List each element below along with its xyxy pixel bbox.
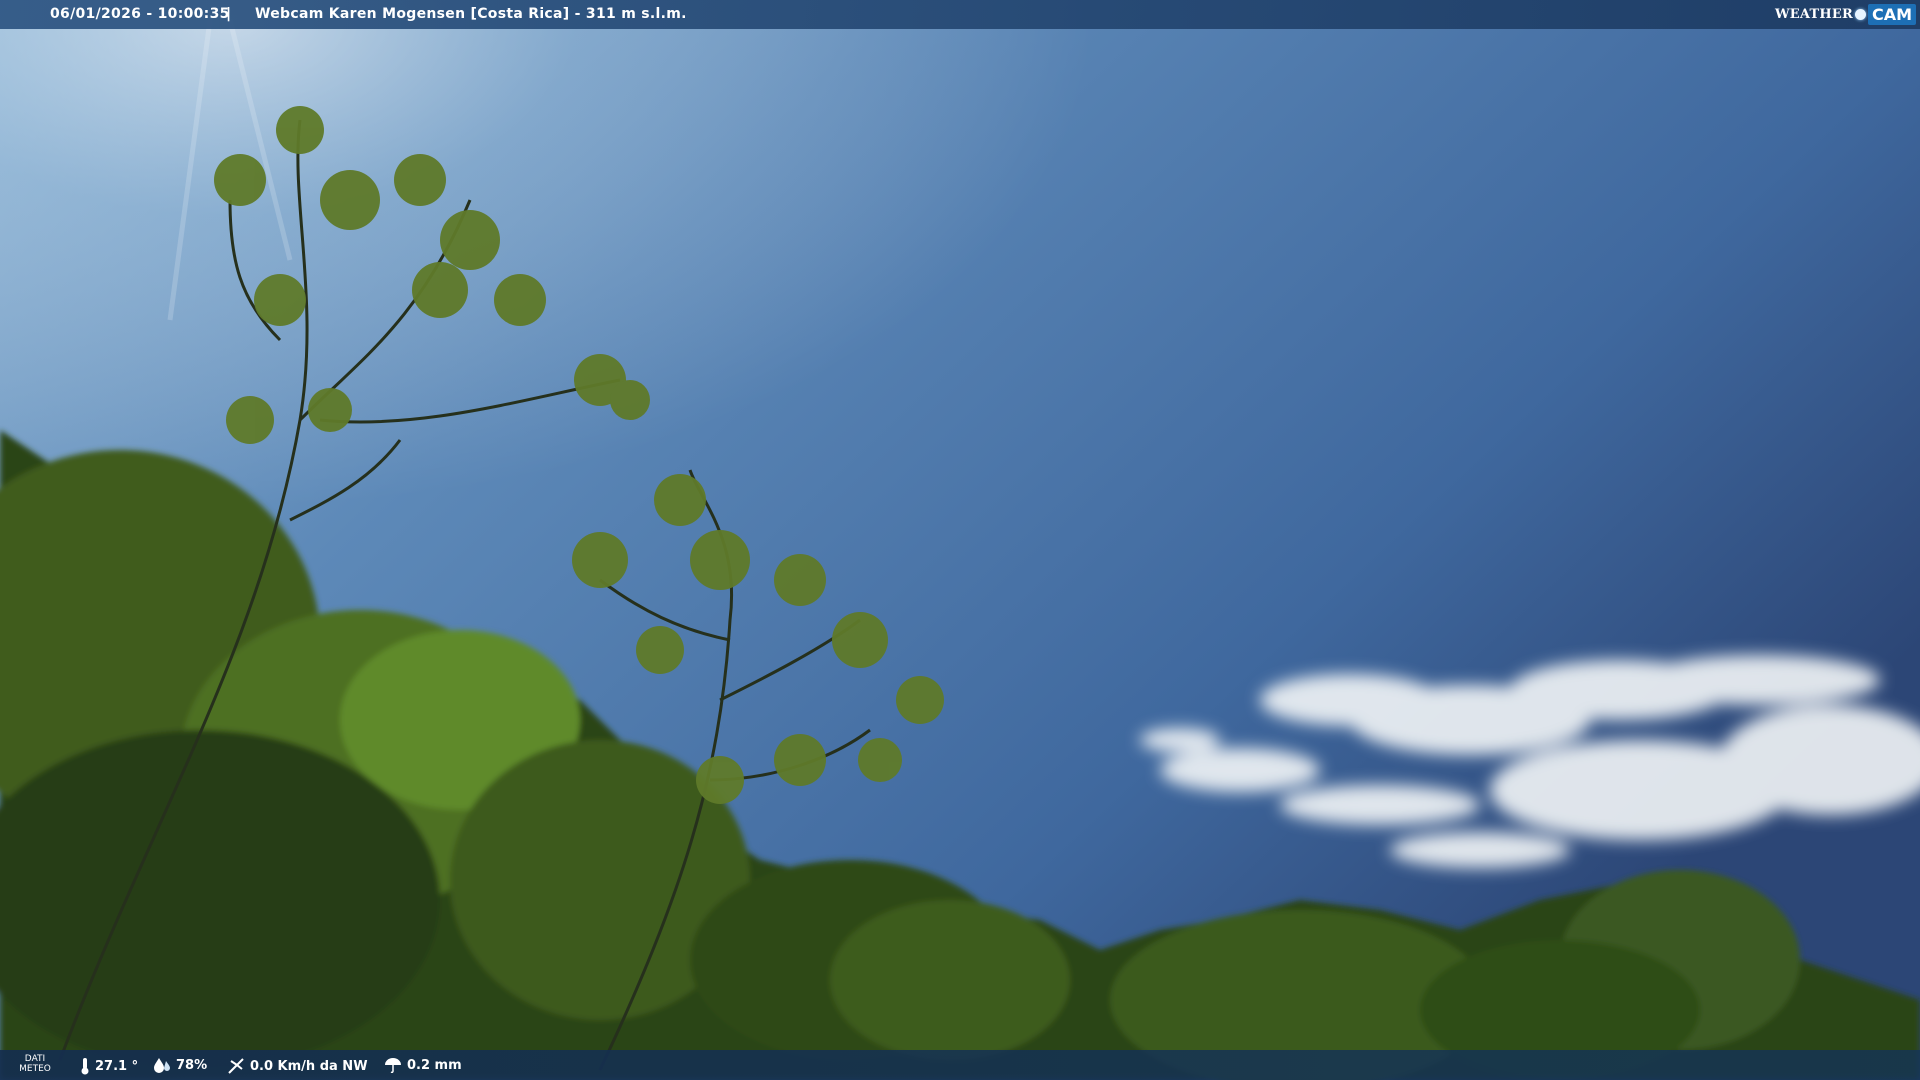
rain-value: 0.2 mm (407, 1057, 462, 1073)
webcam-image (0, 0, 1920, 1080)
brand-cam-text: CAM (1867, 3, 1916, 25)
humidity-readout: 78% (153, 1057, 207, 1073)
wind-icon (228, 1058, 244, 1074)
humidity-value: 78% (176, 1057, 208, 1073)
brand-dot-icon (1854, 8, 1866, 20)
wind-value: 0.0 Km/h da NW (250, 1058, 368, 1074)
dati-line1: DATI (24, 1054, 46, 1064)
weathercam-logo: WEATHER CAM (1775, 2, 1916, 26)
temperature-readout: 27.1 ° (80, 1057, 138, 1075)
timestamp: 06/01/2026 - 10:00:35 (50, 6, 230, 22)
wind-readout: 0.0 Km/h da NW (227, 1057, 368, 1075)
humidity-icon (154, 1058, 170, 1073)
header-separator: | (226, 6, 232, 22)
dati-line2: METEO (19, 1064, 51, 1074)
rain-readout: 0.2 mm (384, 1057, 462, 1073)
info-header: 06/01/2026 - 10:00:35 | Webcam Karen Mog… (0, 0, 1920, 29)
temperature-value: 27.1 ° (95, 1058, 139, 1074)
dati-meteo-label: DATI METEO (18, 1054, 52, 1074)
thermometer-icon (81, 1058, 89, 1075)
rain-icon (385, 1058, 401, 1073)
webcam-title: Webcam Karen Mogensen [Costa Rica] - 311… (255, 6, 687, 22)
weather-data-bar: DATI METEO 27.1 ° 78% 0.0 Km/h da NW 0.2… (0, 1050, 1920, 1080)
brand-weather-text: WEATHER (1775, 6, 1853, 22)
